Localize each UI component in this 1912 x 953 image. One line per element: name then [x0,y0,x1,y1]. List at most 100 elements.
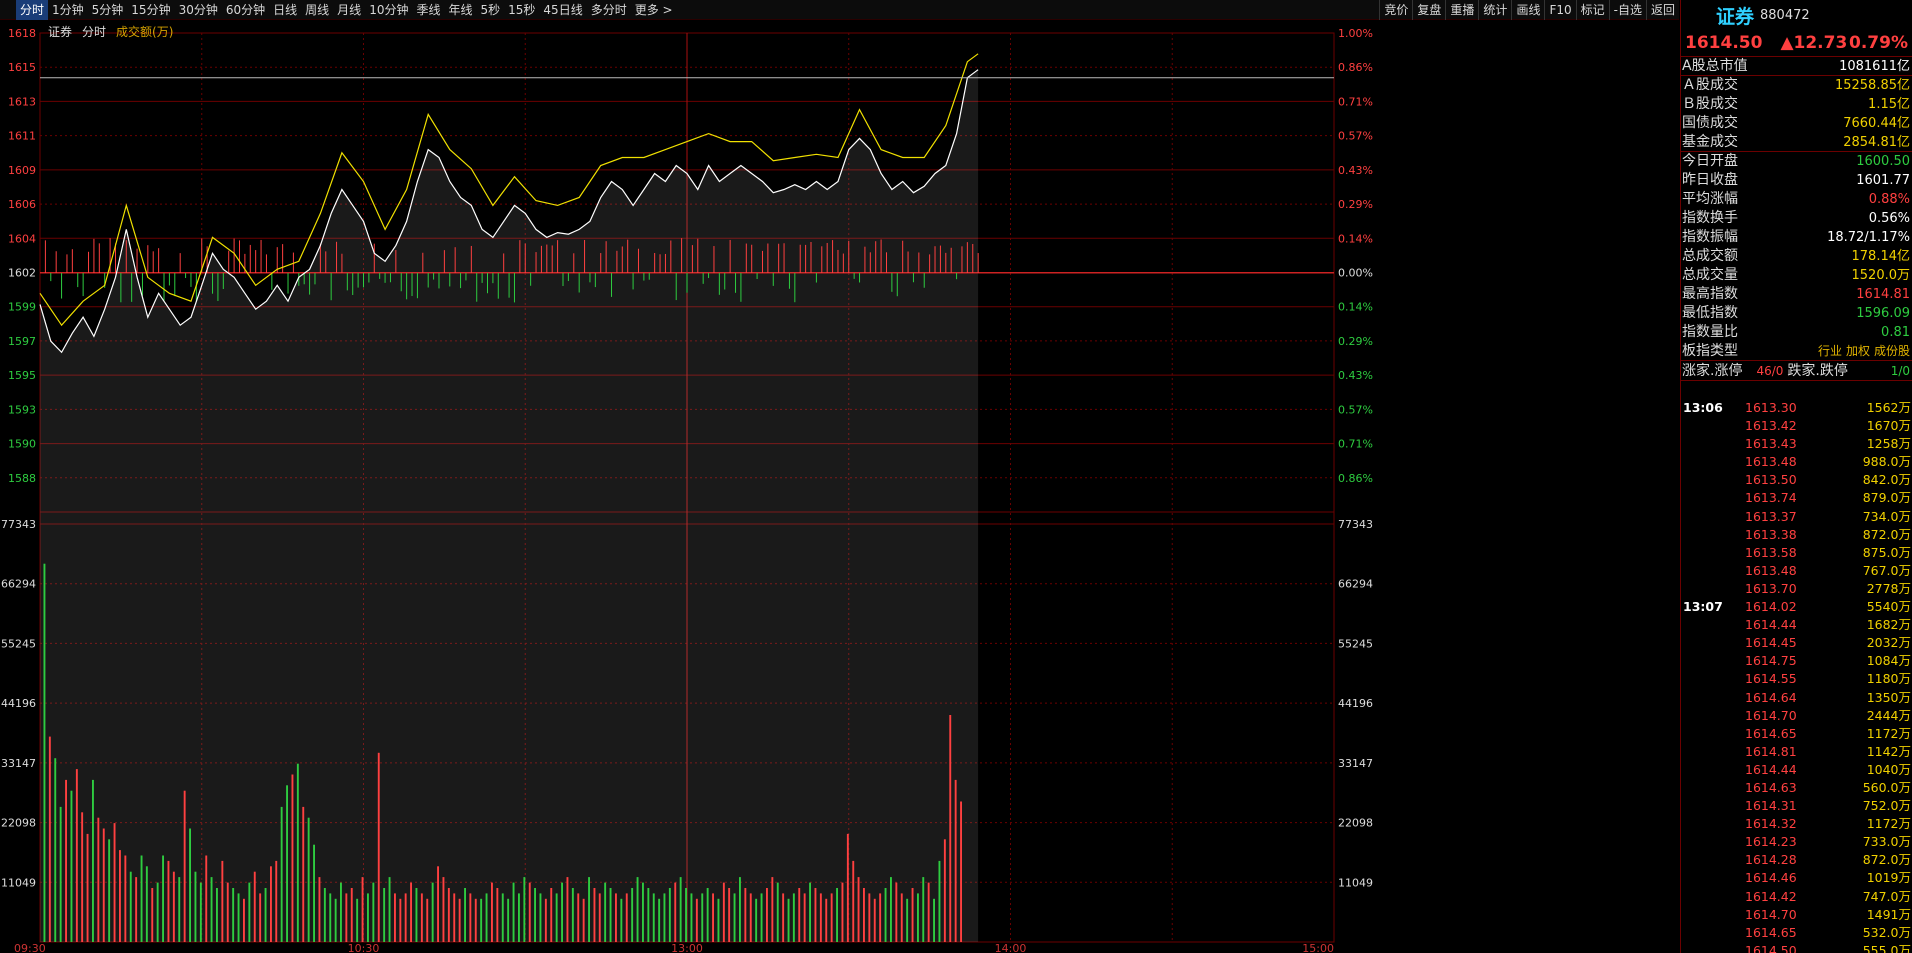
volume-bar [836,888,838,942]
period-tab[interactable]: 多分时 [587,0,631,20]
index-code: 880472 [1760,8,1810,23]
period-tab[interactable]: 30分钟 [175,0,222,20]
volume-bar [253,871,256,942]
tool-button[interactable]: 复盘 [1412,0,1445,20]
volume-bar [954,779,957,942]
volume-bar [216,888,218,942]
intraday-chart[interactable]: 1618 1.00% 1615 0.86% 1613 0.71% 1611 0.57% 1609… [0,21,1679,953]
period-tab[interactable]: 年线 [444,0,476,20]
tool-button[interactable]: 标记 [1575,0,1609,20]
stat-value: 2854.81亿 [1843,135,1910,150]
tool-button[interactable]: -自选 [1608,0,1646,20]
period-tab[interactable]: 5秒 [477,0,505,20]
chart-canvas[interactable]: 1618 1.00% 1615 0.86% 1613 0.71% 1611 0.57% 1609… [0,21,1679,953]
tick-volume: 747.0万 [1862,888,1911,904]
board-tag[interactable]: 行业 [1818,342,1842,360]
period-tab[interactable]: 更多 > [631,0,677,20]
volume-bar [631,888,634,942]
tick-price: 1614.31 [1745,798,1797,814]
volume-bar [286,785,288,942]
volume-bar [156,882,159,942]
pct-tick-label: 0.00% [1338,267,1373,280]
tick-time [1681,779,1741,797]
volume-bar [86,833,89,942]
tick-price: 1613.43 [1745,436,1797,452]
tick-time [1681,580,1741,598]
tick-price: 1614.46 [1745,870,1797,886]
tick-price: 1614.55 [1745,671,1797,687]
tick-time: 13:06 [1683,400,1723,415]
tool-button[interactable]: 重播 [1445,0,1478,20]
tool-buttons: 竞价 复盘 重播 统计 画线 F10 标记 -自选 返回 [1379,0,1679,20]
board-tag[interactable]: 加权 [1846,342,1870,360]
price-tick-label: 1590 [8,438,36,451]
volume-bar [442,877,445,942]
volume-bar [803,893,806,942]
period-tab[interactable]: 15秒 [504,0,539,20]
volume-bar [458,898,461,942]
volume-bar [906,898,909,942]
tick-volume: 2444万 [1866,707,1911,723]
period-tab[interactable]: 日线 [269,0,301,20]
pct-tick-label: 0.43% [1338,164,1373,177]
volume-bar [685,888,687,942]
volume-bar [652,893,655,942]
volume-bar [550,888,553,942]
period-tab[interactable]: 分时 [16,0,49,20]
tick-row: 1614.75 1084万 [1681,652,1912,670]
tool-button[interactable]: F10 [1544,0,1575,20]
period-tab[interactable]: 周线 [301,0,333,20]
period-tab[interactable]: 60分钟 [222,0,269,20]
tick-time [1681,634,1741,652]
tick-time [1681,508,1741,526]
tick-row: 1613.74 879.0万 [1681,489,1912,507]
index-name[interactable]: 证券 [1716,2,1754,29]
period-toolbar: 分时 1分钟 5分钟 15分钟 30分钟 60分钟 日线 周线 月线 10分钟 季线 年线 5秒 15秒 4… [0,0,1679,20]
volume-bar [194,871,197,942]
volume-bar [577,893,580,942]
volume-bar [787,898,790,942]
tick-row: 1613.38 872.0万 [1681,526,1912,544]
tick-time [1681,815,1741,833]
tick-row: 1614.45 2032万 [1681,634,1912,652]
volume-bar [604,882,607,942]
tool-button[interactable]: 返回 [1645,0,1679,20]
period-tab[interactable]: 15分钟 [127,0,174,20]
board-tag[interactable]: 成份股 [1874,342,1910,360]
tool-button[interactable]: 画线 [1511,0,1544,20]
volume-bar [518,893,520,942]
tick-time [1681,689,1741,707]
period-tab[interactable]: 10分钟 [365,0,412,20]
volume-bar [48,736,51,942]
tick-volume: 1172万 [1866,725,1911,741]
volume-bar [437,866,439,942]
tick-time [1681,670,1741,688]
volume-bar [226,882,229,942]
volume-bar [598,893,601,942]
tick-volume: 842.0万 [1862,472,1911,488]
tool-button[interactable]: 竞价 [1379,0,1412,20]
tick-price: 1613.48 [1745,562,1797,578]
volume-bar [259,893,262,942]
volume-bar [361,877,364,942]
period-tab[interactable]: 季线 [412,0,444,20]
tick-list[interactable]: 13:06 1613.30 1562万 1613.42 1670万 1613.43 1258… [1681,399,1912,953]
stat-label: Ｂ股成交 [1682,96,1738,112]
period-tab[interactable]: 月线 [333,0,365,20]
period-tab[interactable]: 1分钟 [48,0,88,20]
volume-bar [636,877,639,942]
period-tab[interactable]: 45日线 [539,0,586,20]
volume-bar [43,563,46,942]
volume-tick-label: 33147 [1,757,36,770]
stat-label: 总成交额 [1682,248,1738,264]
volume-bar [609,888,612,942]
period-tab[interactable]: 5分钟 [88,0,128,20]
stat-label: Ａ股成交 [1682,77,1738,93]
tick-price: 1614.75 [1745,653,1797,669]
tick-time [1681,924,1741,942]
stat-label: 昨日收盘 [1682,172,1738,188]
volume-bar [625,893,628,942]
tool-button[interactable]: 统计 [1478,0,1511,20]
tick-time [1681,906,1741,924]
tick-volume: 733.0万 [1862,834,1911,850]
